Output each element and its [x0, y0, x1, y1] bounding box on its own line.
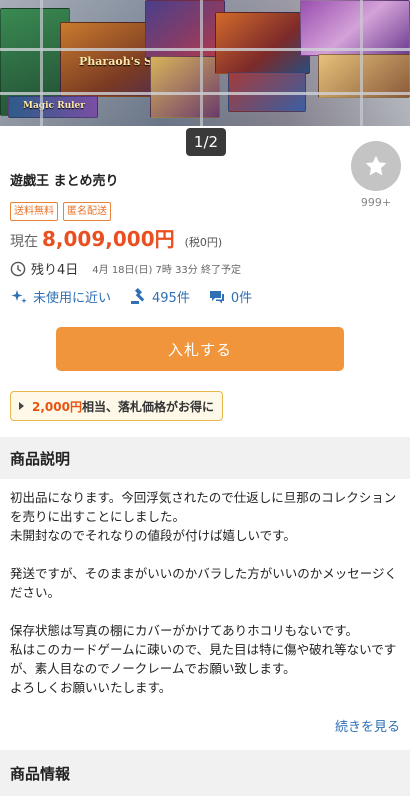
shipping-badges: 送料無料 匿名配送: [10, 202, 111, 221]
comments-stat[interactable]: 0件: [208, 287, 252, 306]
description-paragraph: 初出品になります。今回浮気されたので仕返しに旦那のコレクションを売りに出すことに…: [10, 490, 397, 524]
sparkle-icon: [11, 289, 27, 303]
price-label: 現在: [10, 234, 38, 250]
shelf-wire: [360, 0, 363, 126]
condition-label: 未使用に近い: [33, 291, 112, 306]
end-time: 4月 18日(日) 7時 33分 終了予定: [92, 265, 241, 276]
tax-note: (税0円): [184, 236, 223, 249]
stats-row: 未使用に近い 495件 0件: [10, 287, 270, 306]
card-box: [215, 12, 310, 74]
description-paragraph: 保存状態は写真の棚にカバーがかけてありホコリもないです。: [10, 623, 359, 638]
clock-icon: [10, 261, 26, 276]
item-info-heading: 商品情報: [0, 750, 410, 796]
description-paragraph: よろしくお願いいたします。: [10, 680, 172, 695]
promo-banner[interactable]: 2,000円 相当、落札価格がお得に: [10, 391, 223, 421]
current-price: 8,009,000円: [42, 227, 175, 251]
bid-button[interactable]: 入札する: [56, 327, 344, 371]
bids-stat[interactable]: 495件: [129, 287, 190, 306]
bid-count: 495件: [152, 291, 190, 306]
anonymous-shipping-badge: 匿名配送: [63, 202, 111, 221]
item-photo[interactable]: Pharaoh's Servant Magic Ruler: [0, 0, 410, 126]
comment-count: 0件: [230, 291, 253, 306]
time-row: 残り4日 4月 18日(日) 7時 33分 終了予定: [10, 259, 241, 278]
shelf-wire: [0, 48, 410, 51]
description-paragraph: 発送ですが、そのままがいいのかバラした方がいいのかメッセージください。: [10, 566, 398, 600]
free-shipping-badge: 送料無料: [10, 202, 58, 221]
chevron-right-icon: [19, 402, 24, 410]
time-remaining: 残り4日: [31, 263, 79, 278]
card-box: Magic Ruler: [8, 96, 98, 118]
read-more-link[interactable]: 続きを見る: [335, 716, 400, 735]
promo-amount: 2,000円: [32, 399, 82, 414]
star-icon: [365, 155, 387, 176]
description-paragraph: 私はこのカードゲームに疎いので、見た目は特に傷や破れ等ないですが、素人目なのでノ…: [10, 642, 397, 676]
comment-icon: [209, 290, 224, 303]
promo-text: 相当、落札価格がお得に: [81, 399, 214, 414]
box-label: Magic Ruler: [23, 101, 86, 111]
description-body: 初出品になります。今回浮気されたので仕返しに旦那のコレクションを売りに出すことに…: [10, 488, 402, 697]
watch-count: 999+: [360, 196, 392, 209]
item-title: 遊戯王 まとめ売り: [10, 174, 119, 189]
gavel-icon: [131, 287, 145, 304]
description-paragraph: 未開封なのでそれなりの値段が付けば嬉しいです。: [10, 528, 296, 543]
description-heading: 商品説明: [0, 437, 410, 479]
condition-stat[interactable]: 未使用に近い: [10, 287, 111, 306]
shelf-wire: [200, 0, 203, 126]
shelf-wire: [0, 92, 410, 95]
photo-pager: 1/2: [186, 128, 226, 156]
shelf-wire: [40, 0, 43, 126]
watchlist-button[interactable]: [351, 141, 401, 191]
price-row: 現在 8,009,000円 (税0円): [10, 223, 222, 252]
card-box: [150, 56, 220, 118]
